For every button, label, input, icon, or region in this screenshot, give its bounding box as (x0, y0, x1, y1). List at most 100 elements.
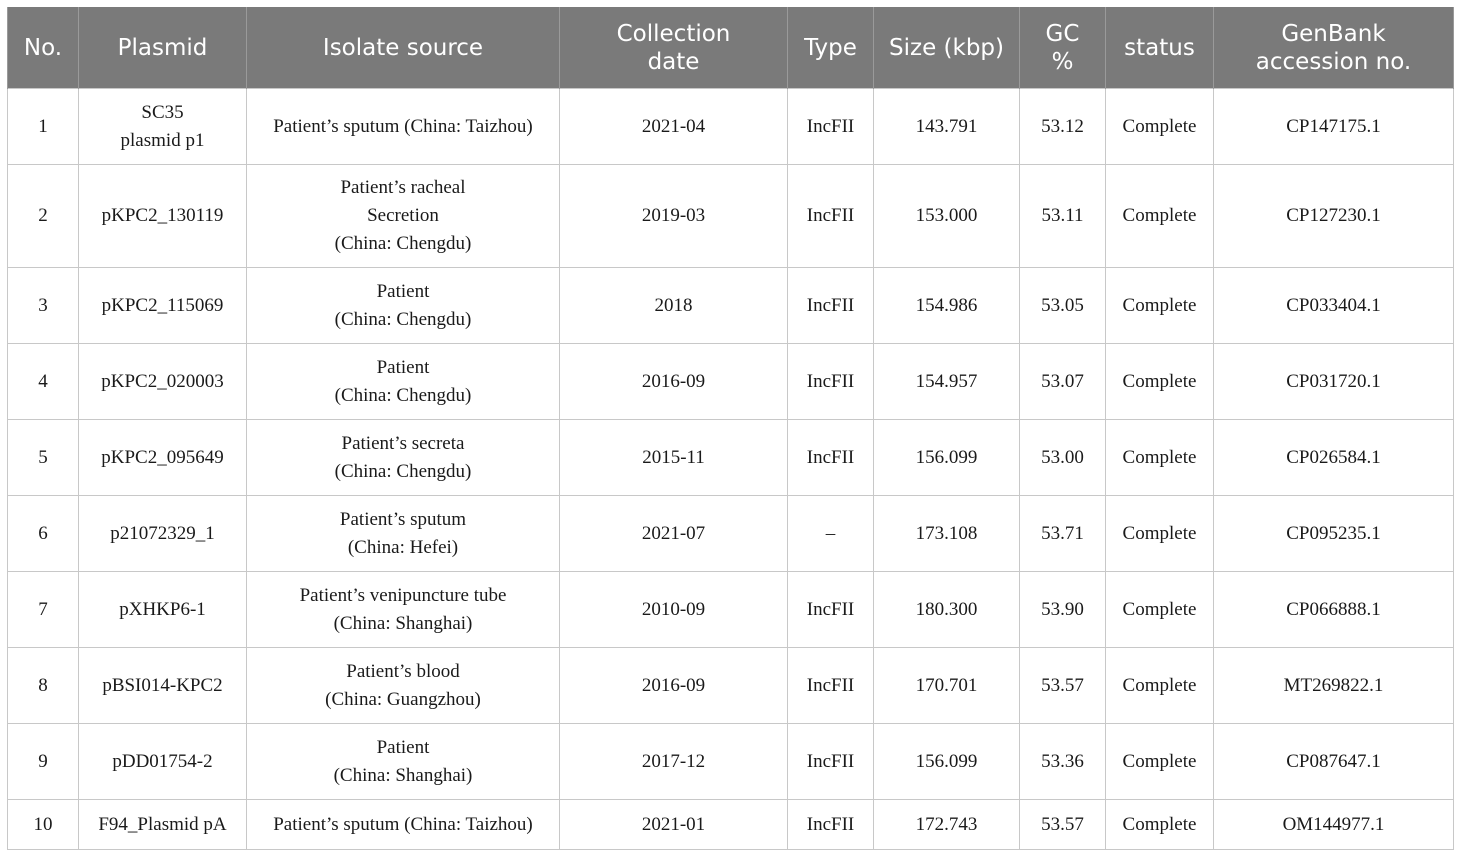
cell-isolate-source-line: Patient’s racheal (340, 177, 466, 198)
cell-size: 156.099 (873, 419, 1020, 496)
cell-status: Complete (1105, 647, 1214, 724)
cell-isolate-source-line: (China: Hefei) (347, 536, 459, 558)
cell-status: Complete (1105, 88, 1214, 165)
cell-isolate-source-line: Secretion (367, 205, 439, 226)
cell-no: 8 (7, 647, 79, 724)
cell-plasmid-line: pKPC2_115069 (101, 294, 224, 316)
cell-no: 4 (7, 343, 79, 420)
cell-isolate-source-line: Patient’s venipuncture tube (299, 584, 507, 606)
header-label: accession no. (1255, 48, 1412, 75)
cell-isolate-source: Patient’s venipuncture tube (China: Shang… (246, 571, 560, 648)
cell-isolate-source-line: (China: Shanghai) (333, 764, 473, 786)
cell-size: 153.000 (873, 164, 1020, 268)
table-row: 10 F94_Plasmid pA Patient’s sputum (China:… (7, 799, 1454, 850)
cell-plasmid-line: pKPC2_020003 (101, 370, 224, 392)
cell-plasmid: pXHKP6-1 (78, 571, 247, 648)
cell-isolate-source: Patient’s sputum (China: Taizhou) (246, 799, 560, 850)
cell-type: IncFII (787, 267, 874, 344)
cell-isolate-source-line: (China: Chengdu) (334, 384, 472, 406)
cell-accession: CP127230.1 (1213, 164, 1454, 268)
cell-size: 156.099 (873, 723, 1020, 800)
cell-type: IncFII (787, 571, 874, 648)
table-header: No. Plasmid Isolate source Collection date Ty… (7, 7, 1454, 89)
cell-isolate-source: Patient’s racheal Secretion (China: Chengd… (246, 164, 560, 268)
cell-collection-date: 2021-01 (559, 799, 788, 850)
cell-plasmid: pKPC2_130119 (78, 164, 247, 268)
table-row: 1 SC35 plasmid p1 Patient’s sputum (China: … (7, 88, 1454, 165)
cell-plasmid: F94_Plasmid pA (78, 799, 247, 850)
cell-plasmid: pKPC2_115069 (78, 267, 247, 344)
cell-collection-date: 2021-04 (559, 88, 788, 165)
cell-no: 7 (7, 571, 79, 648)
cell-gc: 53.07 (1019, 343, 1106, 420)
cell-plasmid-line: pKPC2_095649 (101, 446, 224, 468)
header-no: No. (7, 7, 79, 89)
cell-plasmid: SC35 plasmid p1 (78, 88, 247, 165)
cell-accession: OM144977.1 (1213, 799, 1454, 850)
cell-gc: 53.57 (1019, 799, 1106, 850)
cell-isolate-source-line: (China: Chengdu) (334, 308, 472, 330)
cell-isolate-source: Patient’s sputum (China: Hefei) (246, 495, 560, 572)
cell-isolate-source: Patient (China: Shanghai) (246, 723, 560, 800)
cell-no: 1 (7, 88, 79, 165)
table-row: 4 pKPC2_020003 Patient (China: Chengdu) 2016… (7, 343, 1454, 420)
header-status: status (1105, 7, 1214, 89)
header-label: Isolate source (322, 34, 484, 61)
cell-type: IncFII (787, 343, 874, 420)
header-label: No. (23, 34, 63, 61)
header-label: Plasmid (117, 34, 208, 61)
cell-status: Complete (1105, 571, 1214, 648)
cell-isolate-source-line: Patient (376, 356, 430, 378)
header-gc: GC% (1019, 7, 1106, 89)
header-size: Size (kbp) (873, 7, 1020, 89)
header-type: Type (787, 7, 874, 89)
table-row: 9 pDD01754-2 Patient (China: Shanghai) 2017-… (7, 723, 1454, 800)
cell-type: – (787, 495, 874, 572)
cell-isolate-source: Patient (China: Chengdu) (246, 343, 560, 420)
cell-accession: CP033404.1 (1213, 267, 1454, 344)
table-body: 1 SC35 plasmid p1 Patient’s sputum (China: … (7, 88, 1454, 850)
header-label: GC (1045, 20, 1080, 47)
table-row: 6 p21072329_1 Patient’s sputum (China: Hefe… (7, 495, 1454, 572)
cell-gc: 53.57 (1019, 647, 1106, 724)
cell-no: 3 (7, 267, 79, 344)
table-row: 2 pKPC2_130119 Patient’s racheal Secretion (… (7, 164, 1454, 268)
cell-gc: 53.11 (1019, 164, 1106, 268)
cell-plasmid-line: plasmid p1 (120, 129, 205, 151)
cell-no: 10 (7, 799, 79, 850)
cell-gc: 53.36 (1019, 723, 1106, 800)
cell-gc: 53.71 (1019, 495, 1106, 572)
cell-status: Complete (1105, 343, 1214, 420)
cell-plasmid-line: F94_Plasmid pA (98, 813, 227, 835)
table-row: 8 pBSI014-KPC2 Patient’s blood (China: Guan… (7, 647, 1454, 724)
cell-size: 154.986 (873, 267, 1020, 344)
cell-isolate-source-line: Patient’s sputum (China: Taizhou) (273, 115, 533, 137)
header-label: Type (804, 34, 857, 61)
cell-plasmid-line: pXHKP6-1 (119, 598, 206, 620)
cell-collection-date: 2019-03 (559, 164, 788, 268)
cell-no: 2 (7, 164, 79, 268)
header-label: GenBank (1281, 20, 1386, 47)
header-row: No. Plasmid Isolate source Collection date Ty… (7, 7, 1454, 89)
cell-size: 154.957 (873, 343, 1020, 420)
cell-collection-date: 2021-07 (559, 495, 788, 572)
cell-plasmid-line: p21072329_1 (110, 522, 215, 544)
cell-accession: CP087647.1 (1213, 723, 1454, 800)
cell-accession: CP147175.1 (1213, 88, 1454, 165)
header-genbank-accession: GenBank accession no. (1213, 7, 1454, 89)
cell-type: IncFII (787, 88, 874, 165)
cell-plasmid: pBSI014-KPC2 (78, 647, 247, 724)
cell-plasmid-line: pDD01754-2 (112, 750, 213, 772)
cell-status: Complete (1105, 419, 1214, 496)
cell-isolate-source-line: Patient’s blood (346, 660, 460, 682)
cell-size: 143.791 (873, 88, 1020, 165)
cell-gc: 53.05 (1019, 267, 1106, 344)
cell-plasmid: pKPC2_095649 (78, 419, 247, 496)
cell-size: 173.108 (873, 495, 1020, 572)
table-row: 3 pKPC2_115069 Patient (China: Chengdu) 2018… (7, 267, 1454, 344)
cell-type: IncFII (787, 647, 874, 724)
header-label: Size (kbp) (889, 34, 1004, 61)
cell-isolate-source-line: (China: Shanghai) (333, 612, 473, 634)
cell-isolate-source-line: Patient (376, 736, 430, 758)
cell-size: 180.300 (873, 571, 1020, 648)
